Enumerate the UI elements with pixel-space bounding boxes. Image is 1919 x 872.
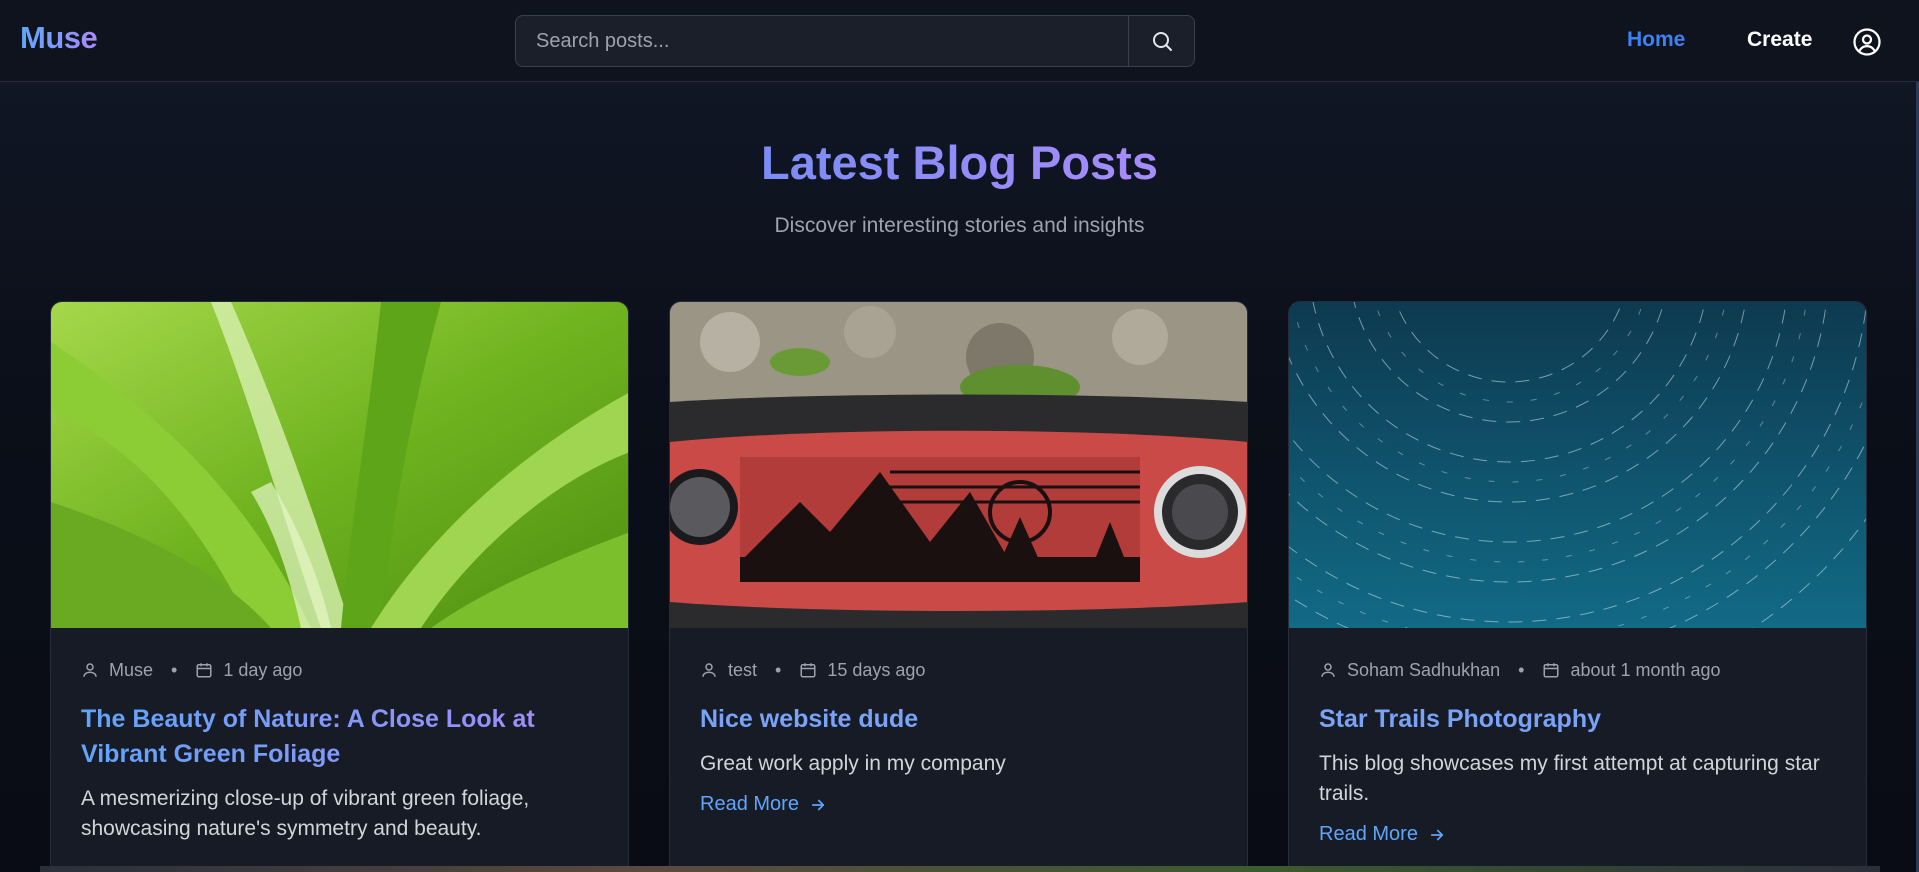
post-card[interactable]: Muse • 1 day ago The Beauty of Nature: A… [50,301,629,872]
jeep-dashboard-image[interactable] [670,302,1247,628]
post-date: about 1 month ago [1570,659,1721,680]
post-meta: Muse • 1 day ago [81,658,601,682]
post-date: 1 day ago [223,659,303,680]
post-meta: Soham Sadhukhan • about 1 month ago [1319,658,1839,682]
post-date: 15 days ago [827,659,926,680]
arrow-right-icon [809,796,827,814]
post-card[interactable]: Soham Sadhukhan • about 1 month ago Star… [1288,301,1867,872]
page-subtitle: Discover interesting stories and insight… [774,214,1145,237]
green-foliage-image[interactable] [51,302,628,628]
calendar-icon [195,661,213,679]
post-title[interactable]: Nice website dude [700,702,1220,737]
next-row-images-peek [40,866,1880,872]
post-title[interactable]: Star Trails Photography [1319,702,1839,737]
post-author: Muse [109,659,154,680]
post-excerpt: Great work apply in my company [700,752,1006,775]
read-more-link[interactable]: Read More [1319,823,1446,846]
nav-create-link[interactable]: Create [1747,28,1812,52]
logo[interactable]: Muse [20,20,98,56]
star-trails-image[interactable] [1289,302,1866,628]
search-button[interactable] [1128,16,1194,66]
meta-separator: • [1518,659,1525,680]
top-navbar: Muse Home Create [0,0,1919,82]
post-excerpt: A mesmerizing close-up of vibrant green … [81,787,530,840]
search-bar [515,15,1195,67]
profile-button[interactable] [1851,26,1883,58]
post-meta: test • 15 days ago [700,658,1220,682]
search-input[interactable] [516,16,1128,66]
nav-home-link[interactable]: Home [1627,28,1685,52]
user-icon [81,661,99,679]
post-author: test [728,659,758,680]
meta-separator: • [171,659,178,680]
post-card[interactable]: test • 15 days ago Nice website dude Gre… [669,301,1248,872]
post-card-body: test • 15 days ago Nice website dude Gre… [700,658,1220,816]
page-title: Latest Blog Posts [761,136,1158,189]
post-card-body: Muse • 1 day ago The Beauty of Nature: A… [81,658,601,844]
read-more-link[interactable]: Read More [700,793,827,816]
post-author: Soham Sadhukhan [1347,659,1501,680]
post-card-body: Soham Sadhukhan • about 1 month ago Star… [1319,658,1839,846]
read-more-label: Read More [700,793,799,815]
arrow-right-icon [1428,826,1446,844]
post-title[interactable]: The Beauty of Nature: A Close Look at Vi… [81,702,601,772]
calendar-icon [1542,661,1560,679]
meta-separator: • [775,659,782,680]
user-circle-icon [1853,28,1881,56]
calendar-icon [799,661,817,679]
search-icon [1152,32,1172,51]
read-more-label: Read More [1319,823,1418,845]
post-excerpt: This blog showcases my first attempt at … [1319,752,1820,805]
user-icon [700,661,718,679]
user-icon [1319,661,1337,679]
